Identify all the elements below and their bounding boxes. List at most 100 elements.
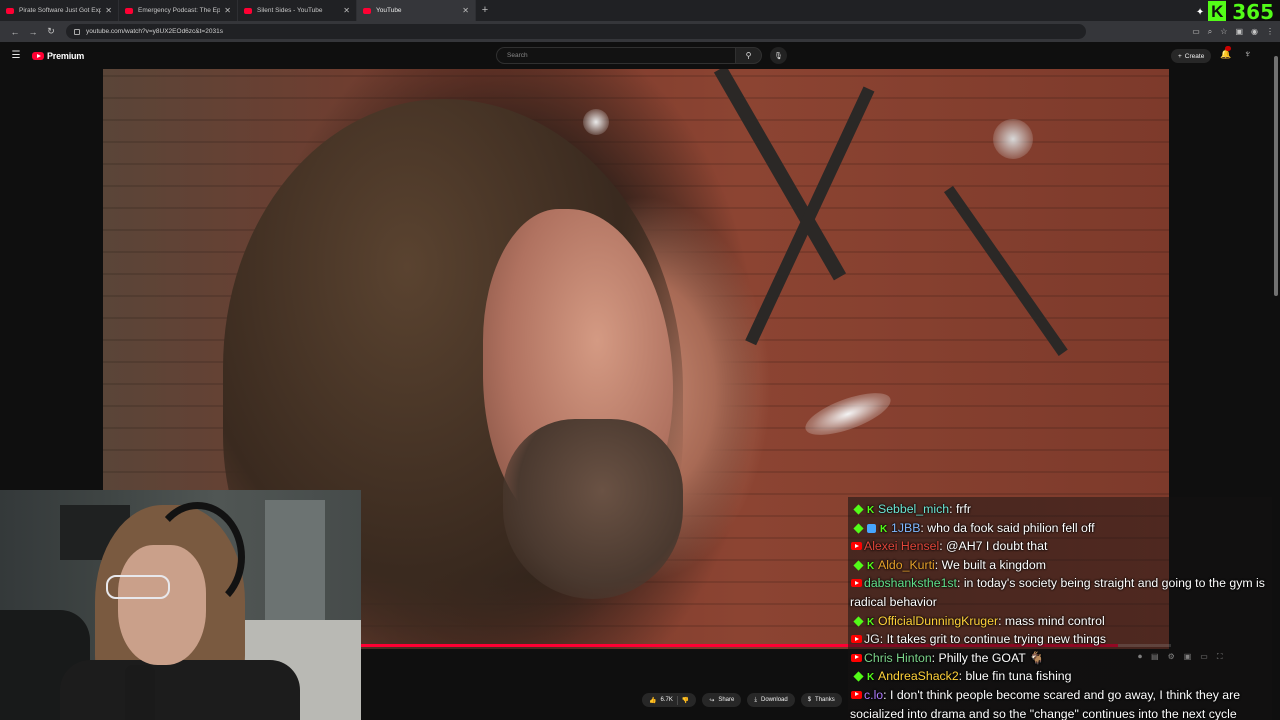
scrollbar-thumb[interactable]	[1274, 56, 1278, 296]
voice-search-mic-icon[interactable]: 🎙	[770, 47, 787, 64]
tab-title: YouTube	[376, 7, 402, 14]
chat-text: We built a kingdom	[941, 557, 1046, 572]
search-button[interactable]: ⚲	[736, 47, 762, 64]
download-label: Download	[761, 697, 788, 703]
bookmark-star-icon[interactable]: ☆	[1220, 27, 1227, 37]
download-button[interactable]: ⤓ Download	[747, 693, 795, 707]
page-scrollbar[interactable]	[1272, 42, 1280, 720]
site-info-icon[interactable]	[74, 28, 80, 35]
kebab-menu-icon[interactable]: ⋮	[1266, 27, 1274, 37]
chat-separator: :	[949, 502, 956, 516]
browser-tab-3[interactable]: Silent Sides - YouTube ✕	[238, 0, 357, 21]
chat-message: dabshanksthe1st: in today's society bein…	[850, 574, 1274, 611]
chat-text: Philly the GOAT 🐐	[938, 650, 1045, 665]
chat-separator: :	[956, 576, 964, 591]
thumbs-down-icon[interactable]: 👎	[682, 697, 689, 704]
chat-username: Aldo_Kurti	[878, 557, 935, 572]
chat-username: dabshanksthe1st	[864, 576, 957, 591]
browser-tab-2[interactable]: Emergency Podcast: The Epstein ✕	[119, 0, 238, 21]
background-pipe	[745, 86, 875, 346]
kick-badge-icon: K	[880, 523, 888, 535]
browser-toolbar: ▭ ⌕ ☆ ▣ ◉ ⋮	[1192, 27, 1274, 37]
notifications-bell-icon[interactable]: 🔔	[1220, 46, 1231, 60]
cast-icon[interactable]: ▭	[1192, 27, 1200, 37]
youtube-logo-icon	[32, 51, 44, 60]
chat-username: Alexei Hensel	[864, 539, 940, 554]
new-tab-plus-icon[interactable]: +	[476, 0, 494, 21]
download-icon: ⤓	[754, 696, 758, 703]
streamer-headset	[150, 502, 245, 612]
background-light	[583, 109, 609, 135]
kick-platform-icon	[853, 523, 864, 534]
subscriber-badge-icon	[867, 523, 876, 533]
browser-tab-1[interactable]: Pirate Software Just Got Expose ✕	[0, 0, 119, 21]
chat-separator: :	[883, 687, 890, 702]
account-avatar[interactable]: ♆	[1244, 49, 1258, 63]
thanks-icon: $	[807, 697, 812, 703]
close-icon[interactable]: ✕	[462, 6, 469, 15]
background-light	[993, 119, 1033, 159]
search-input[interactable]: Search	[496, 47, 736, 64]
tab-title: Emergency Podcast: The Epstein	[138, 7, 221, 14]
chat-separator: :	[879, 632, 887, 647]
chat-text: @AH7 I doubt that	[946, 539, 1048, 554]
kick-platform-icon	[853, 504, 864, 515]
close-icon[interactable]: ✕	[224, 6, 231, 15]
chat-message: K OfficialDunningKruger: mass mind contro…	[850, 612, 1274, 631]
thanks-button[interactable]: $ Thanks	[800, 693, 842, 707]
plus-icon: +	[1178, 52, 1182, 60]
chat-message: K 1JBB: who da fook said philion fell off	[850, 519, 1274, 538]
youtube-platform-icon	[851, 653, 862, 662]
chat-username: JG	[864, 632, 880, 647]
chat-message: JG: It takes grit to continue trying new…	[850, 630, 1274, 649]
logo-text: Premium	[47, 50, 85, 61]
stream-chat-overlay: K Sebbel_mich: frfr K 1JBB: who da fook sai…	[848, 497, 1280, 720]
chat-username: Sebbel_mich	[878, 502, 950, 516]
subject-beard	[503, 419, 683, 599]
kick-badge-icon: K	[867, 505, 875, 516]
chat-username: c.lo	[864, 687, 884, 702]
chat-message: K AndreaShack2: blue fin tuna fishing	[850, 667, 1274, 686]
hamburger-menu-icon[interactable]: ☰	[0, 50, 32, 61]
like-count: 6.7K	[660, 697, 673, 703]
chat-text: frfr	[955, 502, 971, 516]
tab-title: Silent Sides - YouTube	[257, 7, 323, 14]
youtube-premium-logo[interactable]: Premium	[32, 51, 84, 61]
youtube-favicon-icon	[125, 7, 133, 14]
browser-tab-4[interactable]: YouTube ✕	[357, 0, 476, 21]
profile-icon[interactable]: ◉	[1251, 27, 1258, 37]
search-icon: ⚲	[745, 51, 752, 60]
chat-separator: :	[931, 650, 939, 665]
reload-icon[interactable]: ↻	[42, 26, 60, 37]
like-dislike-button-group[interactable]: 👍 6.7K 👎	[642, 693, 697, 707]
chat-username: AndreaShack2	[878, 669, 959, 684]
chat-message: Chris Hinton: Philly the GOAT 🐐	[850, 649, 1274, 668]
sparkle-icon: ✦	[1195, 6, 1205, 18]
forward-arrow-icon[interactable]: →	[24, 27, 42, 37]
divider	[676, 695, 678, 705]
chat-username: Chris Hinton	[864, 650, 932, 665]
chat-text: It takes grit to continue trying new thi…	[886, 632, 1106, 647]
browser-tab-strip: Pirate Software Just Got Expose ✕ Emerge…	[0, 0, 1280, 24]
browser-address-bar: ← → ↻ youtube.com/watch?v=y8UX2EOd6zc&t=…	[0, 21, 1280, 42]
chat-username: 1JBB	[891, 520, 921, 535]
tab-title: Pirate Software Just Got Expose	[19, 7, 102, 14]
close-icon[interactable]: ✕	[105, 6, 112, 15]
chat-separator: :	[998, 613, 1005, 628]
share-button[interactable]: ↪ Share	[702, 693, 742, 707]
thanks-label: Thanks	[815, 697, 835, 703]
back-arrow-icon[interactable]: ←	[6, 27, 24, 37]
background-pipe	[943, 185, 1068, 356]
background-light	[800, 384, 896, 444]
kick-logo-icon: K	[1208, 1, 1227, 23]
create-button[interactable]: + Create	[1171, 49, 1212, 63]
create-label: Create	[1184, 52, 1205, 60]
youtube-platform-icon	[851, 635, 862, 644]
chat-username: OfficialDunningKruger	[878, 613, 999, 628]
zoom-icon[interactable]: ⌕	[1208, 27, 1212, 37]
url-field[interactable]: youtube.com/watch?v=y8UX2EOd6zc&t=2031s	[66, 24, 1086, 39]
close-icon[interactable]: ✕	[343, 6, 350, 15]
youtube-platform-icon	[851, 542, 862, 551]
extensions-icon[interactable]: ▣	[1235, 27, 1243, 37]
chat-message: c.lo: I don't think people become scared…	[850, 686, 1274, 720]
